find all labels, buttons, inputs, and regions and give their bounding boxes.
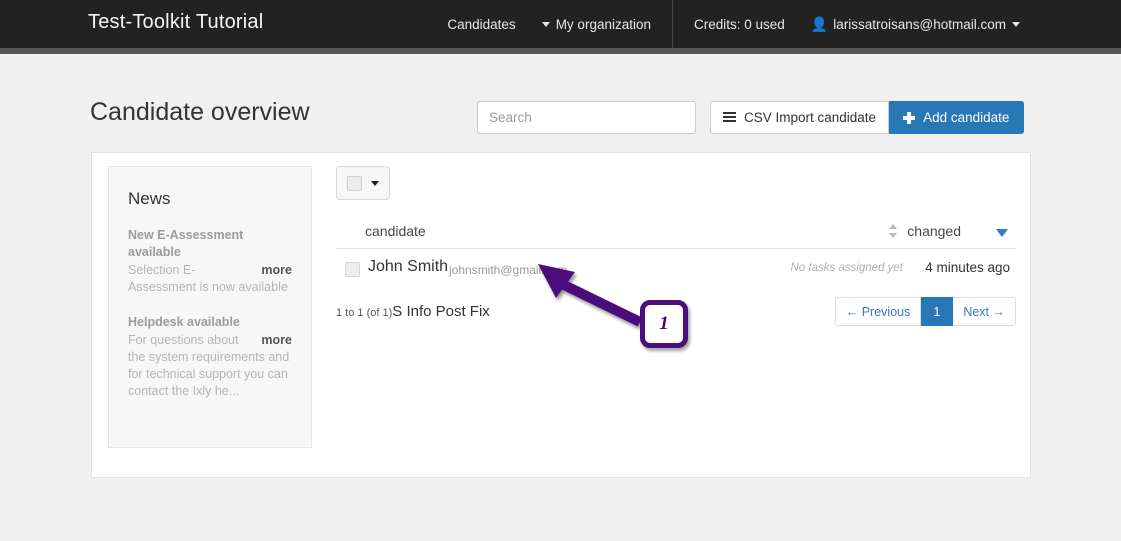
pagination-previous-button[interactable]: ← Previous xyxy=(835,297,922,326)
chevron-down-icon xyxy=(542,22,550,27)
nav-user-email: larissatroisans@hotmail.com xyxy=(833,17,1006,32)
news-item-body: more For questions about the system requ… xyxy=(128,332,292,400)
pagination-page-1-button[interactable]: 1 xyxy=(921,297,953,326)
nav-item-candidates-label: Candidates xyxy=(447,17,515,32)
nav-credits-label: Credits: 0 used xyxy=(694,17,785,32)
top-navbar: Test-Toolkit Tutorial Candidates My orga… xyxy=(0,0,1121,54)
pagination-info: 1 to 1 (of 1)S Info Post Fix xyxy=(336,303,490,321)
nav-user-menu[interactable]: 👤 larissatroisans@hotmail.com xyxy=(798,0,1033,48)
sort-icon[interactable] xyxy=(889,224,898,238)
checkbox-icon[interactable] xyxy=(347,176,362,191)
column-header-candidate[interactable]: candidate xyxy=(365,223,426,239)
main-panel: News New E-Assessment available more Sel… xyxy=(91,152,1031,478)
candidate-email: johnsmith@gmail.com xyxy=(449,263,567,277)
candidate-tasks-status: No tasks assigned yet xyxy=(790,262,903,274)
candidate-name[interactable]: John Smith xyxy=(368,258,448,276)
news-item-title: New E-Assessment available xyxy=(128,227,292,261)
header-button-group: CSV Import candidate Add candidate xyxy=(710,101,1024,134)
column-header-changed[interactable]: changed xyxy=(907,223,961,239)
nav-credits: Credits: 0 used xyxy=(681,0,798,48)
news-item: New E-Assessment available more Selectio… xyxy=(128,227,292,296)
news-item-title: Helpdesk available xyxy=(128,314,292,331)
list-icon xyxy=(723,112,736,123)
table-row[interactable]: John Smith johnsmith@gmail.com No tasks … xyxy=(336,249,1016,290)
news-more-link[interactable]: more xyxy=(261,332,292,349)
search-input[interactable] xyxy=(477,101,696,134)
page-title: Candidate overview xyxy=(90,98,310,127)
chevron-down-icon xyxy=(371,181,379,186)
news-panel: News New E-Assessment available more Sel… xyxy=(108,166,312,448)
pagination-suffix: S Info Post Fix xyxy=(392,303,490,320)
pagination-range: 1 to 1 (of 1) xyxy=(336,307,392,319)
nav-item-my-organization-label: My organization xyxy=(556,17,651,32)
nav-item-candidates[interactable]: Candidates xyxy=(434,0,528,48)
csv-import-candidate-button[interactable]: CSV Import candidate xyxy=(710,101,889,134)
csv-import-candidate-label: CSV Import candidate xyxy=(744,110,876,125)
table-footer: 1 to 1 (of 1)S Info Post Fix ← Previous … xyxy=(336,297,1016,337)
pagination: ← Previous 1 Next → xyxy=(835,297,1016,326)
candidate-changed-time: 4 minutes ago xyxy=(925,260,1010,275)
news-more-link[interactable]: more xyxy=(261,262,292,279)
news-title: News xyxy=(128,189,292,209)
bulk-select-dropdown[interactable] xyxy=(336,166,390,200)
add-candidate-button[interactable]: Add candidate xyxy=(889,101,1024,134)
row-checkbox[interactable] xyxy=(345,262,360,277)
filter-caret-icon[interactable] xyxy=(996,229,1008,237)
chevron-down-icon xyxy=(1012,22,1020,27)
pagination-next-button[interactable]: Next → xyxy=(953,297,1016,326)
table-header-row: candidate changed xyxy=(336,222,1016,249)
user-icon: 👤 xyxy=(811,17,828,31)
navbar-right-group: Candidates My organization Credits: 0 us… xyxy=(434,0,1033,48)
navbar-divider xyxy=(672,0,673,48)
brand-title[interactable]: Test-Toolkit Tutorial xyxy=(88,11,263,34)
candidate-table-area: candidate changed John Smith johnsmith@g… xyxy=(336,166,1016,337)
news-item: Helpdesk available more For questions ab… xyxy=(128,314,292,400)
news-item-body: more Selection E-Assessment is now avail… xyxy=(128,262,292,296)
plus-icon xyxy=(903,112,915,124)
nav-item-my-organization[interactable]: My organization xyxy=(529,0,664,48)
add-candidate-label: Add candidate xyxy=(923,110,1009,125)
